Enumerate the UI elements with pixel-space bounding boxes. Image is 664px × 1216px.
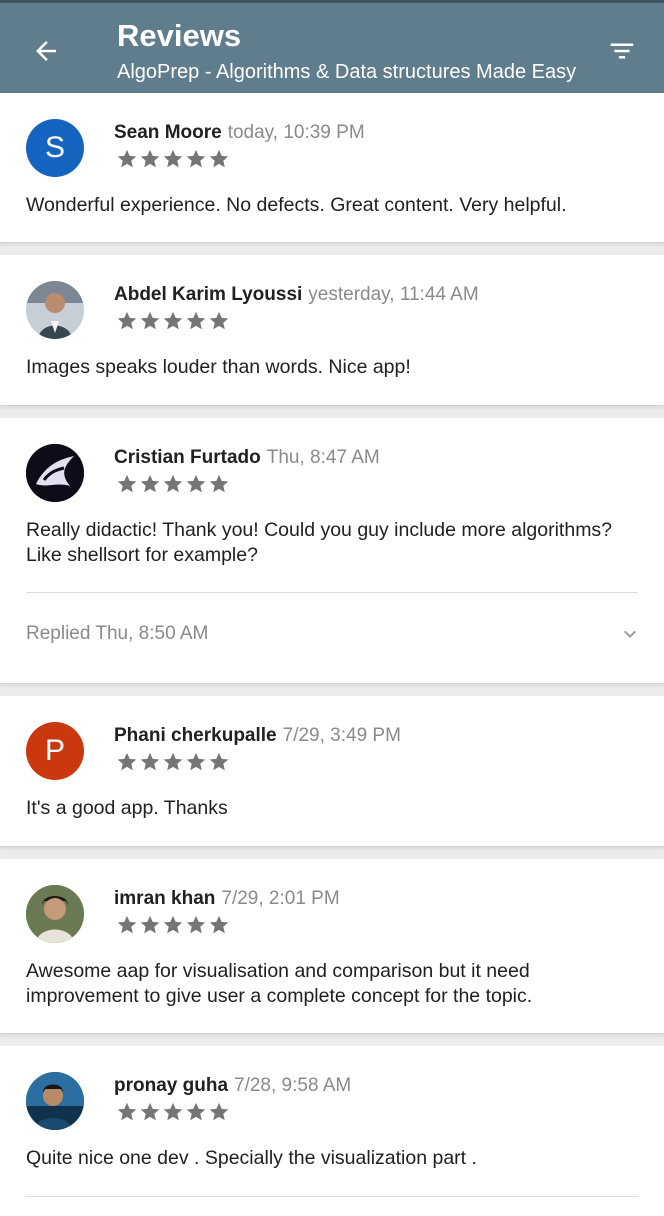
star-icon [140,915,160,934]
user-photo [26,444,84,502]
review-text: Wonderful experience. No defects. Great … [26,194,567,216]
star-icon [186,311,206,330]
divider [26,592,638,593]
star-icon [186,474,206,493]
review-card: Cristian Furtado Thu, 8:47 AM Really dida… [0,418,664,684]
avatar [26,1072,84,1130]
back-button[interactable] [26,31,66,71]
review-date: 7/28, 9:58 AM [234,1075,352,1096]
chevron-down-icon [624,630,636,638]
star-icon [140,149,160,168]
star-rating [116,310,230,332]
app-bar: Reviews AlgoPrep - Algorithms & Data str… [0,0,664,93]
avatar: S [26,119,84,177]
star-icon [163,915,183,934]
star-icon [117,149,137,168]
star-icon [209,149,229,168]
star-icon [117,311,137,330]
author-name: Phani cherkupalle [114,725,277,746]
star-icon [117,474,137,493]
star-icon [186,915,206,934]
review-card: Abdel Karim Lyoussi yesterday, 11:44 AM I… [0,255,664,406]
review-card: imran khan 7/29, 2:01 PM Awesome aap for … [0,859,664,1034]
review-date: Thu, 8:47 AM [266,447,380,468]
review-card: pronay guha 7/28, 9:58 AM Quite nice one … [0,1046,664,1216]
star-icon [209,1102,229,1121]
user-photo [26,281,84,339]
star-rating [116,1101,230,1123]
reply-status: Replied Thu, 8:50 AM [26,623,209,644]
app-name-subtitle: AlgoPrep - Algorithms & Data structures … [117,61,577,83]
star-rating [116,751,230,773]
review-text: Images speaks louder than words. Nice ap… [26,356,411,378]
star-icon [163,474,183,493]
star-icon [209,474,229,493]
author-name: imran khan [114,888,216,909]
star-icon [186,752,206,771]
star-icon [209,915,229,934]
filter-button[interactable] [602,31,642,71]
page-title: Reviews [117,18,242,53]
avatar [26,444,84,502]
star-icon [140,1102,160,1121]
review-text: Really didactic! Thank you! Could you gu… [26,519,613,566]
author-name: Sean Moore [114,122,222,143]
avatar-letter: P [44,734,65,767]
author-name: Cristian Furtado [114,447,261,468]
star-icon [140,474,160,493]
review-list: S Sean Moore today, 10:39 PM Wonderful ex… [0,93,664,1216]
star-icon [117,1102,137,1121]
review-date: 7/29, 3:49 PM [282,725,401,746]
star-icon [117,915,137,934]
star-icon [140,752,160,771]
review-card: S Sean Moore today, 10:39 PM Wonderful ex… [0,93,664,243]
user-photo [26,885,84,943]
author-name: Abdel Karim Lyoussi [114,284,303,305]
review-card: P Phani cherkupalle 7/29, 3:49 PM It's a … [0,696,664,847]
star-icon [209,311,229,330]
avatar-letter: S [44,131,65,164]
review-text: Quite nice one dev . Specially the visua… [26,1147,477,1169]
star-icon [209,752,229,771]
user-photo [26,1072,84,1130]
review-date: yesterday, 11:44 AM [308,284,479,305]
arrow-back-icon [36,41,56,61]
star-icon [163,1102,183,1121]
review-date: 7/29, 2:01 PM [221,888,340,909]
star-icon [163,311,183,330]
star-icon [163,149,183,168]
star-icon [117,752,137,771]
review-text: Awesome aap for visualisation and compar… [26,960,533,1007]
star-rating [116,148,230,170]
avatar: P [26,722,84,780]
star-rating [116,914,230,936]
filter-icon [610,43,634,59]
divider [26,1196,638,1197]
review-date: today, 10:39 PM [227,122,365,143]
reply-toggle[interactable]: Replied Thu, 8:50 AM [26,622,642,646]
avatar [26,281,84,339]
avatar [26,885,84,943]
author-name: pronay guha [114,1075,229,1096]
star-icon [186,1102,206,1121]
star-icon [140,311,160,330]
star-icon [186,149,206,168]
star-rating [116,473,230,495]
star-icon [163,752,183,771]
review-text: It's a good app. Thanks [26,797,228,819]
